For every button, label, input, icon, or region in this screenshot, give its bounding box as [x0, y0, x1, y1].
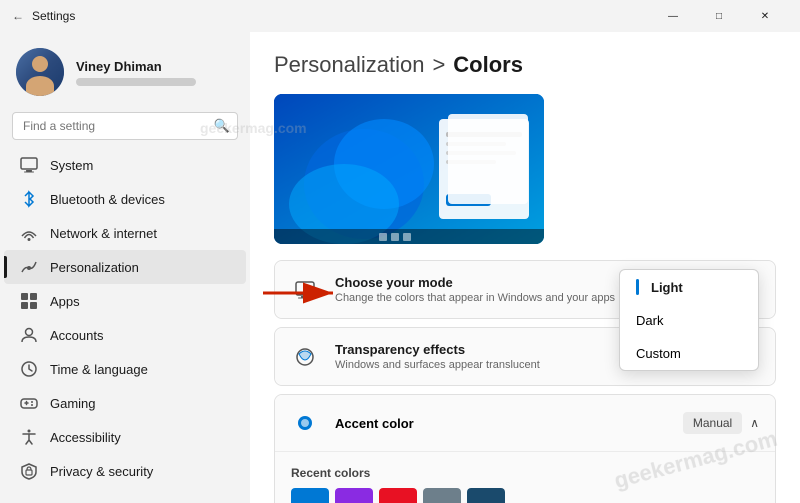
mode-option-custom[interactable]: Custom — [620, 337, 758, 370]
accent-header[interactable]: Accent color Manual ∧ — [275, 395, 775, 451]
privacy-icon — [20, 462, 38, 480]
sidebar-item-accounts[interactable]: Accounts — [4, 318, 246, 352]
choose-mode-section: Choose your mode Change the colors that … — [274, 260, 776, 319]
sidebar-item-privacy-label: Privacy & security — [50, 464, 153, 479]
time-icon — [20, 360, 38, 378]
accent-content: Recent colors — [275, 451, 775, 503]
sidebar-item-accounts-label: Accounts — [50, 328, 103, 343]
user-profile[interactable]: Viney Dhiman — [0, 40, 250, 112]
accent-mode-badge: Manual — [683, 412, 742, 434]
app-body: Viney Dhiman 🔍 System Bluetooth & device… — [0, 32, 800, 503]
page-title: Colors — [453, 52, 523, 78]
user-email — [76, 78, 196, 86]
color-swatch-purple[interactable] — [335, 488, 373, 503]
sidebar-item-time[interactable]: Time & language — [4, 352, 246, 386]
transparency-icon — [291, 343, 319, 371]
mode-icon — [291, 276, 319, 304]
sidebar-item-system[interactable]: System — [4, 148, 246, 182]
color-swatches — [291, 488, 759, 503]
mode-dropdown: Light Dark Custom — [619, 269, 759, 371]
sidebar-item-gaming[interactable]: Gaming — [4, 386, 246, 420]
color-swatch-darkblue[interactable] — [467, 488, 505, 503]
sidebar-item-gaming-label: Gaming — [50, 396, 96, 411]
title-bar: ← Settings — □ ✕ — [0, 0, 800, 32]
personalization-icon — [20, 258, 38, 276]
theme-preview — [274, 94, 544, 244]
color-swatch-blue[interactable] — [291, 488, 329, 503]
sidebar-item-network-label: Network & internet — [50, 226, 157, 241]
gaming-icon — [20, 394, 38, 412]
search-icon: 🔍 — [214, 118, 230, 134]
page-header: Personalization > Colors — [274, 52, 776, 78]
sidebar: Viney Dhiman 🔍 System Bluetooth & device… — [0, 32, 250, 503]
search-input[interactable] — [12, 112, 238, 140]
sidebar-item-bluetooth[interactable]: Bluetooth & devices — [4, 182, 246, 216]
mode-option-light[interactable]: Light — [620, 270, 758, 304]
accounts-icon — [20, 326, 38, 344]
minimize-button[interactable]: — — [650, 0, 696, 32]
accent-section: Accent color Manual ∧ Recent colors — [274, 394, 776, 503]
sidebar-item-accessibility-label: Accessibility — [50, 430, 121, 445]
breadcrumb: Personalization — [274, 52, 424, 78]
apps-icon — [20, 292, 38, 310]
search-box: 🔍 — [12, 112, 238, 140]
sidebar-item-network[interactable]: Network & internet — [4, 216, 246, 250]
sidebar-item-apps[interactable]: Apps — [4, 284, 246, 318]
app-title: Settings — [32, 9, 75, 23]
mode-option-dark[interactable]: Dark — [620, 304, 758, 337]
breadcrumb-separator: > — [432, 52, 445, 78]
sidebar-item-privacy[interactable]: Privacy & security — [4, 454, 246, 488]
back-button[interactable]: ← — [12, 9, 24, 23]
chevron-down-icon[interactable]: ∧ — [750, 416, 759, 430]
accent-icon — [291, 409, 319, 437]
color-swatch-red[interactable] — [379, 488, 417, 503]
sidebar-item-accessibility[interactable]: Accessibility — [4, 420, 246, 454]
accessibility-icon — [20, 428, 38, 446]
main-content: Personalization > Colors — [250, 32, 800, 503]
sidebar-item-personalization[interactable]: Personalization — [4, 250, 246, 284]
sidebar-item-system-label: System — [50, 158, 93, 173]
color-swatch-gray[interactable] — [423, 488, 461, 503]
window-controls: — □ ✕ — [650, 0, 788, 32]
system-icon — [20, 156, 38, 174]
close-button[interactable]: ✕ — [742, 0, 788, 32]
user-info: Viney Dhiman — [76, 59, 196, 86]
maximize-button[interactable]: □ — [696, 0, 742, 32]
accent-control: Manual ∧ — [683, 412, 759, 434]
sidebar-item-apps-label: Apps — [50, 294, 80, 309]
sidebar-item-bluetooth-label: Bluetooth & devices — [50, 192, 165, 207]
accent-title: Accent color — [335, 416, 667, 431]
sidebar-item-personalization-label: Personalization — [50, 260, 139, 275]
network-icon — [20, 224, 38, 242]
bluetooth-icon — [20, 190, 38, 208]
sidebar-item-time-label: Time & language — [50, 362, 148, 377]
user-name: Viney Dhiman — [76, 59, 196, 74]
recent-colors-label: Recent colors — [291, 466, 759, 480]
avatar — [16, 48, 64, 96]
preview-image — [274, 94, 544, 244]
